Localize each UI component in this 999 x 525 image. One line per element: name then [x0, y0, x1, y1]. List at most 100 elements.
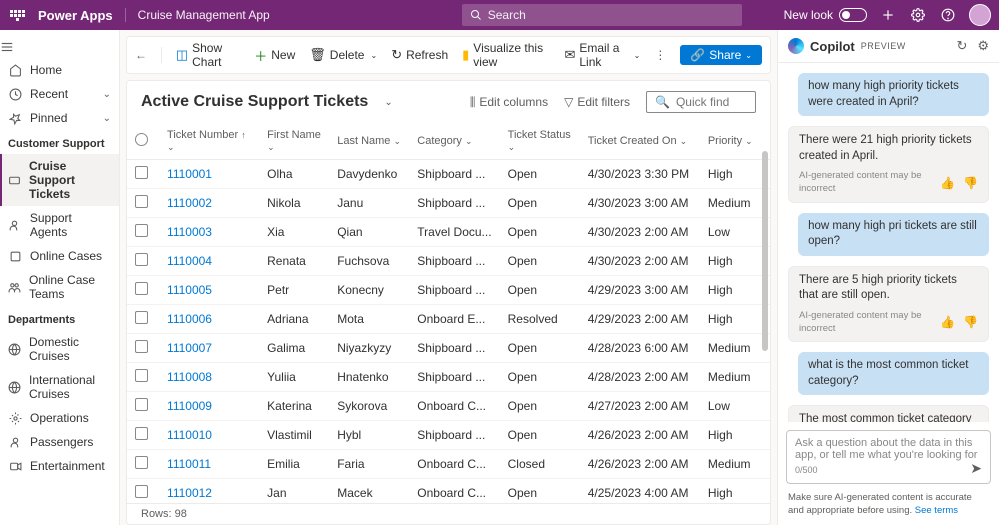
row-checkbox[interactable]	[135, 485, 148, 498]
search-input[interactable]	[488, 8, 734, 22]
cell-first-name: Katerina	[259, 392, 329, 421]
overflow-icon[interactable]: ⋮	[654, 48, 666, 62]
refresh-button[interactable]: ↻Refresh	[391, 47, 448, 63]
table-row[interactable]: 1110003 Xia Qian Travel Docu... Open 4/3…	[127, 218, 770, 247]
chevron-down-icon[interactable]: ⌄	[384, 97, 392, 108]
ticket-number-link[interactable]: 1110008	[159, 363, 259, 392]
app-launcher-icon[interactable]	[8, 6, 26, 24]
refresh-icon[interactable]: ↻	[956, 38, 967, 54]
pin-icon	[8, 111, 22, 125]
table-row[interactable]: 1110001 Olha Davydenko Shipboard ... Ope…	[127, 160, 770, 189]
row-checkbox[interactable]	[135, 282, 148, 295]
table-row[interactable]: 1110010 Vlastimil Hybl Shipboard ... Ope…	[127, 421, 770, 450]
share-button[interactable]: 🔗Share⌄	[680, 45, 762, 65]
row-checkbox[interactable]	[135, 398, 148, 411]
new-button[interactable]: ＋New	[254, 46, 295, 65]
table-row[interactable]: 1110004 Renata Fuchsova Shipboard ... Op…	[127, 247, 770, 276]
gear-icon[interactable]: ⚙	[977, 38, 989, 54]
copilot-input[interactable]: Ask a question about the data in this ap…	[786, 430, 991, 484]
ai-message: The most common ticket category is Shipb…	[788, 405, 989, 422]
send-icon[interactable]: ➤	[970, 460, 982, 477]
row-checkbox[interactable]	[135, 195, 148, 208]
visualize-button[interactable]: ▮Visualize this view	[462, 41, 550, 69]
help-icon[interactable]	[939, 6, 957, 24]
ticket-number-link[interactable]: 1110006	[159, 305, 259, 334]
ticket-number-link[interactable]: 1110011	[159, 450, 259, 479]
row-checkbox[interactable]	[135, 166, 148, 179]
avatar[interactable]	[969, 4, 991, 26]
row-checkbox[interactable]	[135, 224, 148, 237]
col-ticket-number[interactable]: Ticket Number ↑ ⌄	[159, 123, 259, 160]
row-checkbox[interactable]	[135, 253, 148, 266]
row-checkbox[interactable]	[135, 456, 148, 469]
cell-first-name: Galima	[259, 334, 329, 363]
thumbs-down-icon[interactable]: 👎	[963, 175, 978, 191]
toggle-icon[interactable]	[839, 8, 867, 22]
quick-find[interactable]: 🔍	[646, 91, 756, 113]
agent-icon	[8, 218, 22, 232]
cell-created: 4/28/2023 6:00 AM	[580, 334, 700, 363]
show-chart-button[interactable]: ◫Show Chart	[176, 41, 240, 69]
delete-button[interactable]: 🗑Delete⌄	[309, 47, 377, 63]
ticket-number-link[interactable]: 1110003	[159, 218, 259, 247]
row-checkbox[interactable]	[135, 340, 148, 353]
hamburger-icon[interactable]	[0, 36, 28, 58]
add-icon[interactable]	[879, 6, 897, 24]
scrollbar[interactable]	[762, 151, 768, 351]
select-all-checkbox[interactable]	[135, 133, 148, 146]
table-row[interactable]: 1110007 Galima Niyazkyzy Shipboard ... O…	[127, 334, 770, 363]
table-row[interactable]: 1110006 Adriana Mota Onboard E... Resolv…	[127, 305, 770, 334]
table-row[interactable]: 1110011 Emilia Faria Onboard C... Closed…	[127, 450, 770, 479]
edit-filters-button[interactable]: ▽Edit filters	[564, 95, 630, 109]
nav-item-online-cases[interactable]: Online Cases	[0, 244, 119, 268]
ticket-number-link[interactable]: 1110001	[159, 160, 259, 189]
col-first-name[interactable]: First Name ⌄	[259, 123, 329, 160]
ticket-number-link[interactable]: 1110007	[159, 334, 259, 363]
ticket-number-link[interactable]: 1110012	[159, 479, 259, 504]
see-terms-link[interactable]: See terms	[915, 505, 958, 516]
nav-item-entertainment[interactable]: Entertainment	[0, 454, 119, 478]
col-priority[interactable]: Priority ⌄	[700, 123, 770, 160]
email-link-button[interactable]: ✉Email a Link⌄	[564, 41, 640, 69]
cell-status: Open	[500, 479, 580, 504]
col-last-name[interactable]: Last Name ⌄	[329, 123, 409, 160]
nav-item-pinned[interactable]: Pinned⌄	[0, 106, 119, 130]
table-row[interactable]: 1110009 Katerina Sykorova Onboard C... O…	[127, 392, 770, 421]
table-row[interactable]: 1110012 Jan Macek Onboard C... Open 4/25…	[127, 479, 770, 504]
back-button[interactable]: ←	[135, 48, 147, 62]
col-ticket-status[interactable]: Ticket Status ⌄	[500, 123, 580, 160]
new-look-toggle[interactable]: New look	[784, 8, 867, 22]
table-row[interactable]: 1110002 Nikola Janu Shipboard ... Open 4…	[127, 189, 770, 218]
ticket-number-link[interactable]: 1110005	[159, 276, 259, 305]
col-category[interactable]: Category ⌄	[409, 123, 499, 160]
nav-item-recent[interactable]: Recent⌄	[0, 82, 119, 106]
table-row[interactable]: 1110008 Yuliia Hnatenko Shipboard ... Op…	[127, 363, 770, 392]
row-checkbox[interactable]	[135, 369, 148, 382]
global-search[interactable]	[462, 4, 742, 26]
edit-columns-button[interactable]: ⫼Edit columns	[470, 95, 548, 110]
view-title[interactable]: Active Cruise Support Tickets	[141, 93, 368, 111]
nav-item-cruise-support-tickets[interactable]: Cruise Support Tickets	[0, 154, 119, 206]
ticket-number-link[interactable]: 1110004	[159, 247, 259, 276]
nav-item-home[interactable]: Home	[0, 58, 119, 82]
nav-item-passengers[interactable]: Passengers	[0, 430, 119, 454]
cell-category: Onboard C...	[409, 392, 499, 421]
nav-item-domestic-cruises[interactable]: Domestic Cruises	[0, 330, 119, 368]
nav-item-operations[interactable]: Operations	[0, 406, 119, 430]
table-row[interactable]: 1110005 Petr Konecny Shipboard ... Open …	[127, 276, 770, 305]
ticket-number-link[interactable]: 1110010	[159, 421, 259, 450]
col-ticket-created[interactable]: Ticket Created On ⌄	[580, 123, 700, 160]
thumbs-down-icon[interactable]: 👎	[963, 314, 978, 330]
ticket-number-link[interactable]: 1110009	[159, 392, 259, 421]
nav-item-international-cruises[interactable]: International Cruises	[0, 368, 119, 406]
row-checkbox[interactable]	[135, 427, 148, 440]
thumbs-up-icon[interactable]: 👍	[940, 175, 955, 191]
gear-icon[interactable]	[909, 6, 927, 24]
nav-item-support-agents[interactable]: Support Agents	[0, 206, 119, 244]
ticket-number-link[interactable]: 1110002	[159, 189, 259, 218]
quick-find-input[interactable]	[676, 95, 747, 109]
row-checkbox[interactable]	[135, 311, 148, 324]
nav-item-online-case-teams[interactable]: Online Case Teams	[0, 268, 119, 306]
thumbs-up-icon[interactable]: 👍	[940, 314, 955, 330]
cell-status: Open	[500, 276, 580, 305]
